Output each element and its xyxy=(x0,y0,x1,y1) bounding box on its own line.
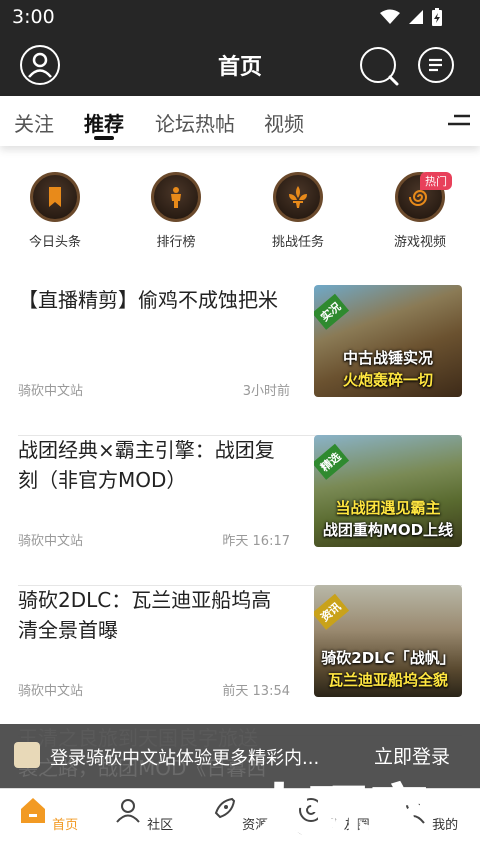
thumbnail-caption: 当战团遇见霸主 xyxy=(335,499,441,517)
quick-link-challenges[interactable]: 挑战任务 xyxy=(253,172,343,250)
wifi-icon xyxy=(380,9,400,24)
article-title: 【直播精剪】偷鸡不成蚀把米 xyxy=(18,288,278,312)
app-bar: 首页 xyxy=(0,34,480,96)
watermark: 大玩家 xyxy=(248,778,431,849)
fleur-de-lis-icon xyxy=(273,172,323,222)
thumbnail-caption: 战团重构MOD上线 xyxy=(322,521,454,539)
quick-link-ranking[interactable]: 排行榜 xyxy=(131,172,221,250)
quick-link-headlines[interactable]: 今日头条 xyxy=(10,172,100,250)
article-time: 3小时前 xyxy=(242,384,290,399)
article-source: 骑砍中文站 xyxy=(18,684,84,699)
article-item[interactable]: 骑砍2DLC：瓦兰迪亚船坞高清全景首曝 骑砍中文站 前天 13:54 资讯 骑砍… xyxy=(18,585,462,736)
article-time: 前天 13:54 xyxy=(222,684,290,699)
thumbnail-caption: 骑砍2DLC「战帆」 xyxy=(321,649,455,667)
article-time: 昨天 16:17 xyxy=(222,534,290,549)
article-source: 骑砍中文站 xyxy=(18,384,84,399)
thumbnail-caption: 火炮轰碎一切 xyxy=(342,371,433,389)
rocket-icon xyxy=(214,797,235,819)
article-thumbnail: 实况 中古战锤实况 火炮轰碎一切 xyxy=(314,285,462,397)
nav-community[interactable]: 社区 xyxy=(103,795,183,833)
search-icon xyxy=(388,75,399,86)
status-time: 3:00 xyxy=(12,6,55,28)
login-button[interactable]: 立即登录 xyxy=(374,742,450,769)
article-thumbnail: 资讯 骑砍2DLC「战帆」 瓦兰迪亚船坞全貌 xyxy=(314,585,462,697)
quick-link-label: 游戏视频 xyxy=(393,235,446,250)
battery-icon xyxy=(432,8,442,26)
nav-label: 首页 xyxy=(52,818,79,833)
thumbnail-tag: 实况 xyxy=(314,293,350,330)
tab-video[interactable]: 视频 xyxy=(264,108,304,137)
nav-label: 我的 xyxy=(432,818,459,833)
status-bar: 3:00 xyxy=(0,0,480,34)
article-title: 战团经典×霸主引擎：战团复刻（非官方MOD） xyxy=(18,438,275,492)
quick-link-label: 挑战任务 xyxy=(271,235,324,250)
article-source: 骑砍中文站 xyxy=(18,534,84,549)
status-icons xyxy=(380,8,442,26)
quick-links: 今日头条 排行榜 挑战任务 游戏视频 xyxy=(0,160,480,260)
figure-icon xyxy=(151,172,201,222)
hot-badge: 热门 xyxy=(420,172,452,190)
signal-icon xyxy=(409,10,423,24)
chat-icon xyxy=(429,58,442,72)
nav-label: 社区 xyxy=(147,818,174,833)
article-thumbnail: 精选 当战团遇见霸主 战团重构MOD上线 xyxy=(314,435,462,547)
thumbnail-tag: 精选 xyxy=(314,443,350,480)
article-item[interactable]: 【直播精剪】偷鸡不成蚀把米 骑砍中文站 3小时前 实况 中古战锤实况 火炮轰碎一… xyxy=(18,285,462,436)
nav-home[interactable]: 首页 xyxy=(8,795,88,833)
thumbnail-tag: 资讯 xyxy=(314,593,350,630)
thumbnail-caption: 中古战锤实况 xyxy=(342,349,433,367)
tab-recommend[interactable]: 推荐 xyxy=(84,108,124,137)
category-tabs: 关注 推荐 论坛热帖 视频 xyxy=(0,96,480,146)
quick-link-label: 今日头条 xyxy=(28,235,81,250)
home-icon xyxy=(20,798,45,823)
tab-follow[interactable]: 关注 xyxy=(14,108,54,137)
message-button[interactable] xyxy=(418,47,454,83)
bookmark-icon xyxy=(30,172,80,222)
community-icon xyxy=(116,799,140,823)
quick-link-label: 排行榜 xyxy=(156,235,196,250)
thumbnail-caption: 瓦兰迪亚船坞全貌 xyxy=(327,671,448,689)
search-button[interactable] xyxy=(360,47,399,86)
article-title: 骑砍2DLC：瓦兰迪亚船坞高清全景首曝 xyxy=(18,588,272,642)
article-item[interactable]: 战团经典×霸主引擎：战团复刻（非官方MOD） 骑砍中文站 昨天 16:17 精选… xyxy=(18,435,462,586)
app-logo-icon xyxy=(14,742,40,768)
menu-icon[interactable] xyxy=(448,113,470,127)
tab-forum-hot[interactable]: 论坛热帖 xyxy=(155,108,235,137)
active-tab-indicator xyxy=(94,136,114,140)
page-title: 首页 xyxy=(217,55,262,80)
